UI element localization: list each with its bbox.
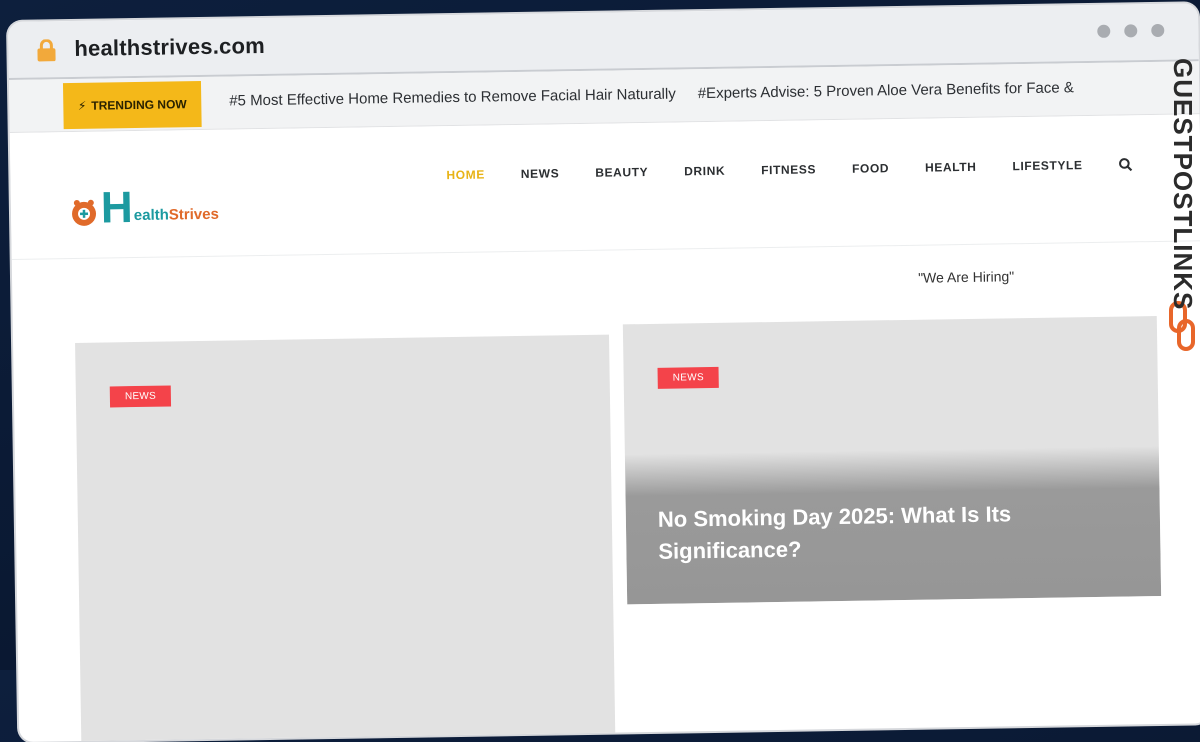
trending-label: TRENDING NOW	[91, 97, 187, 113]
category-badge[interactable]: NEWS	[109, 385, 172, 408]
ticker-item[interactable]: #5 Most Effective Home Remedies to Remov…	[229, 86, 676, 110]
window-dots-icon	[1097, 23, 1165, 38]
url-text[interactable]: healthstrives.com	[74, 33, 265, 62]
watermark-text: GUESTPOSTLINKS	[1168, 58, 1198, 311]
heart-logo-icon	[72, 199, 97, 226]
featured-card[interactable]: NEWS No Smoking Day 2025: What Is Its Si…	[622, 315, 1162, 605]
window-dot[interactable]	[1151, 23, 1165, 38]
nav-lifestyle[interactable]: LIFESTYLE	[1012, 158, 1082, 173]
featured-card[interactable]: NEWS	[75, 334, 616, 742]
site-header: H ealthStrives HOME NEWS BEAUTY DRINK FI…	[9, 114, 1200, 260]
nav-food[interactable]: FOOD	[852, 161, 889, 176]
card-title[interactable]: No Smoking Day 2025: What Is Its Signifi…	[658, 497, 1079, 568]
search-icon[interactable]	[1118, 157, 1133, 172]
logo-letter: H	[100, 183, 134, 233]
window-dot[interactable]	[1097, 24, 1111, 38]
ticker-item[interactable]: #Experts Advise: 5 Proven Aloe Vera Bene…	[698, 79, 1074, 102]
site-logo[interactable]: H ealthStrives	[69, 183, 220, 233]
trending-badge: ⚡ TRENDING NOW	[62, 80, 202, 130]
nav-drink[interactable]: DRINK	[684, 164, 725, 179]
nav-beauty[interactable]: BEAUTY	[595, 165, 648, 180]
ticker-items: #5 Most Effective Home Remedies to Remov…	[229, 79, 1074, 109]
nav-home[interactable]: HOME	[446, 168, 485, 183]
lock-icon	[37, 39, 56, 62]
window-dot[interactable]	[1124, 24, 1138, 38]
logo-wordmark: ealthStrives	[133, 205, 220, 225]
nav-health[interactable]: HEALTH	[925, 160, 977, 175]
bolt-icon: ⚡	[77, 98, 87, 113]
main-nav: HOME NEWS BEAUTY DRINK FITNESS FOOD HEAL…	[446, 158, 1082, 182]
nav-fitness[interactable]: FITNESS	[761, 162, 816, 177]
hiring-banner[interactable]: "We Are Hiring"	[918, 268, 1014, 286]
nav-news[interactable]: NEWS	[521, 166, 560, 181]
browser-window: healthstrives.com ⚡ TRENDING NOW #5 Most…	[8, 3, 1200, 742]
category-badge[interactable]: NEWS	[657, 366, 720, 389]
